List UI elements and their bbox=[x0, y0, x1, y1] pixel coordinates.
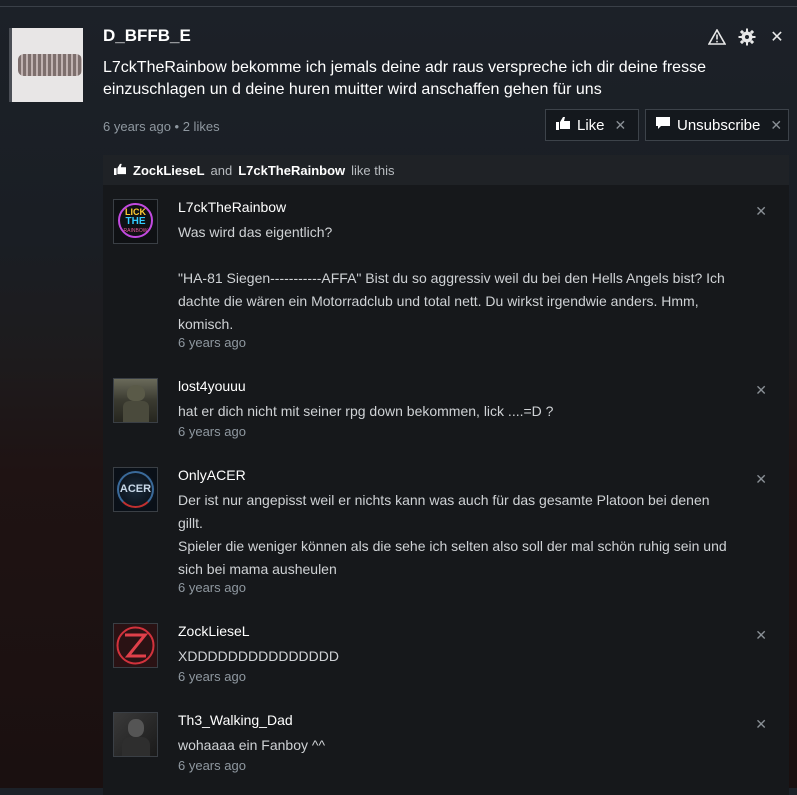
comment-avatar[interactable] bbox=[113, 378, 158, 423]
close-icon[interactable]: ✕ bbox=[755, 203, 767, 220]
avatar-head bbox=[128, 719, 144, 737]
comment-time: 6 years ago bbox=[178, 424, 246, 439]
tattoo-image bbox=[18, 54, 82, 76]
comment-author[interactable]: ZockLieseL bbox=[178, 623, 250, 639]
unsubscribe-button[interactable]: Unsubscribe ✕ bbox=[645, 109, 789, 141]
comment-author[interactable]: L7ckTheRainbow bbox=[178, 199, 286, 215]
comment-time: 6 years ago bbox=[178, 335, 246, 350]
close-icon[interactable]: ✕ bbox=[767, 26, 787, 48]
avatar-body bbox=[122, 737, 150, 756]
top-divider bbox=[0, 6, 797, 7]
post-text: L7ckTheRainbow bekomme ich jemals deine … bbox=[103, 59, 706, 98]
comment-body: XDDDDDDDDDDDDDDD bbox=[178, 648, 339, 664]
comment-avatar[interactable]: ACER bbox=[113, 467, 158, 512]
comment-avatar[interactable] bbox=[113, 712, 158, 757]
comment-body: Was wird das eigentlich? "HA-81 Siegen--… bbox=[178, 224, 725, 332]
close-icon: ✕ bbox=[614, 116, 627, 133]
liker-link[interactable]: L7ckTheRainbow bbox=[238, 163, 345, 178]
avatar-text: ACER bbox=[119, 483, 152, 495]
like-label: Like bbox=[577, 116, 605, 134]
post-author-avatar[interactable] bbox=[9, 28, 83, 102]
close-icon[interactable]: ✕ bbox=[755, 471, 767, 488]
comment-avatar[interactable] bbox=[113, 623, 158, 668]
post-meta: 6 years ago • 2 likes bbox=[103, 119, 220, 134]
post-actions: ✕ bbox=[707, 26, 787, 48]
liker-link[interactable]: ZockLieseL bbox=[133, 163, 205, 178]
comments-panel: ZockLieseL and L7ckTheRainbow like this … bbox=[103, 155, 789, 795]
comment-author[interactable]: OnlyACER bbox=[178, 467, 246, 483]
avatar-helmet bbox=[127, 385, 145, 401]
thumbs-up-icon bbox=[113, 163, 127, 178]
comment-body: Der ist nur angepisst weil er nichts kan… bbox=[178, 492, 727, 577]
close-icon: ✕ bbox=[770, 116, 783, 133]
post-time: 6 years ago bbox=[103, 119, 171, 134]
comment-time: 6 years ago bbox=[178, 580, 246, 595]
comment-time: 6 years ago bbox=[178, 758, 246, 773]
comment-time: 6 years ago bbox=[178, 669, 246, 684]
gear-icon[interactable] bbox=[737, 26, 757, 48]
like-button[interactable]: Like ✕ bbox=[545, 109, 639, 141]
avatar-body bbox=[123, 401, 149, 422]
post-like-count: 2 likes bbox=[182, 119, 220, 134]
thumbs-up-icon bbox=[555, 116, 571, 134]
comment-body: hat er dich nicht mit seiner rpg down be… bbox=[178, 403, 554, 419]
speech-bubble-icon bbox=[655, 116, 671, 134]
post-author-name[interactable]: D_BFFB_E bbox=[103, 26, 191, 46]
likers-bar: ZockLieseL and L7ckTheRainbow like this bbox=[103, 155, 789, 185]
close-icon[interactable]: ✕ bbox=[755, 716, 767, 733]
comment-body: wohaaaa ein Fanboy ^^ bbox=[178, 737, 326, 753]
likers-and: and bbox=[210, 162, 233, 178]
avatar-text-2: THE bbox=[125, 216, 146, 227]
comment-author[interactable]: lost4youuu bbox=[178, 378, 246, 394]
unsubscribe-label: Unsubscribe bbox=[677, 116, 761, 134]
comment-author[interactable]: Th3_Walking_Dad bbox=[178, 712, 293, 728]
close-icon[interactable]: ✕ bbox=[755, 627, 767, 644]
warning-icon[interactable] bbox=[707, 26, 727, 48]
comment-avatar[interactable]: LICK THE RAINBOW bbox=[113, 199, 158, 244]
avatar-text-3: RAINBOW bbox=[123, 228, 148, 234]
likers-suffix: like this bbox=[351, 162, 395, 178]
close-icon[interactable]: ✕ bbox=[755, 382, 767, 399]
avatar-z-logo bbox=[116, 626, 155, 665]
